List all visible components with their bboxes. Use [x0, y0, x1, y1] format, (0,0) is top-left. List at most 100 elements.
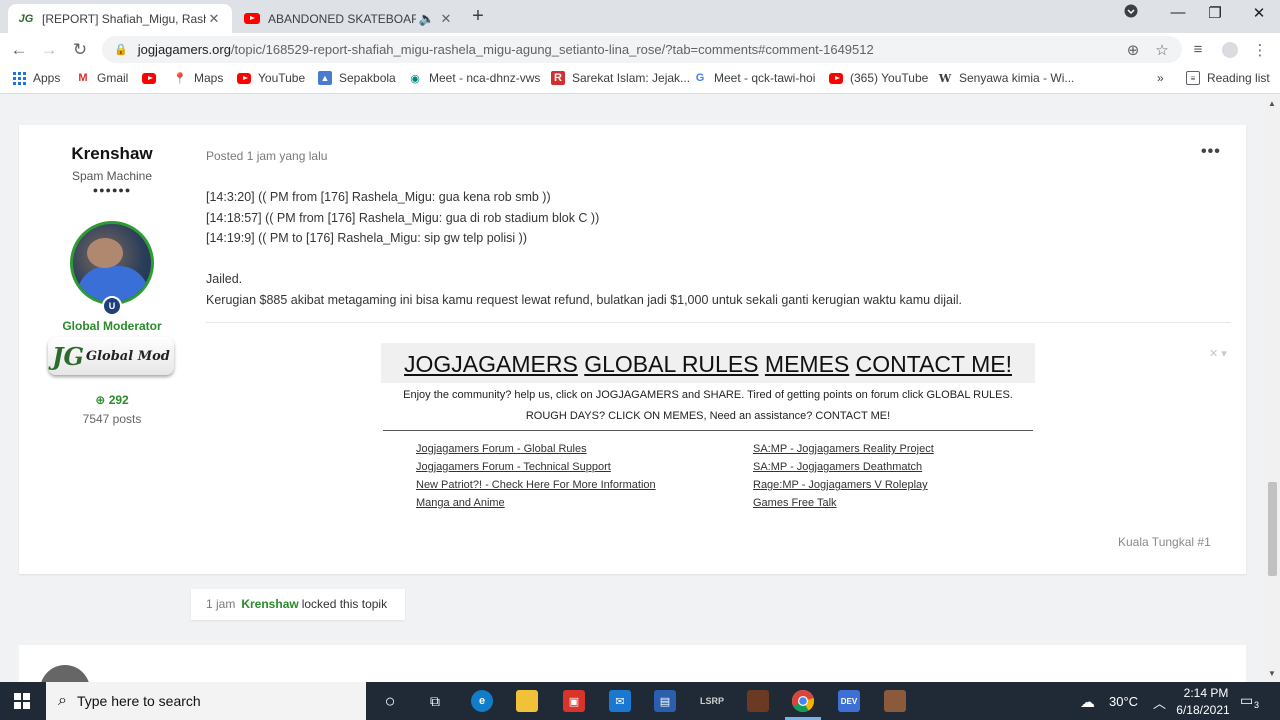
gift-app-icon[interactable]: ▣: [563, 690, 585, 712]
url-text: jogjagamers.org/topic/168529-report-shaf…: [137, 42, 874, 57]
signature-link[interactable]: Jogjagamers Forum - Technical Support: [416, 458, 656, 476]
apps-grid-icon: [12, 71, 26, 85]
bookmark-sarekat[interactable]: R Sarekat Islam: Jejak...: [551, 71, 690, 85]
post-timestamp[interactable]: Posted 1 jam yang lalu: [206, 149, 327, 163]
signature-link[interactable]: Jogjagamers Forum - Global Rules: [416, 440, 656, 458]
notification-count: 3: [1254, 700, 1260, 710]
tab-youtube[interactable]: ABANDONED SKATEBOARD 🔈 ✕: [234, 4, 464, 33]
address-bar[interactable]: 🔒 jogjagamers.org/topic/168529-report-sh…: [102, 36, 1182, 63]
profile-avatar[interactable]: [1220, 40, 1240, 60]
taskbar-search[interactable]: ⌕ Type here to search: [46, 682, 366, 720]
scrollbar-thumb[interactable]: [1268, 482, 1277, 576]
cortana-icon[interactable]: ○: [379, 690, 401, 712]
search-icon: ⌕: [58, 692, 67, 709]
tab-report[interactable]: JG [REPORT] Shafiah_Migu, Rashela_ ✕: [8, 4, 232, 33]
signature-divider: [206, 322, 1231, 323]
bookmark-meet-1[interactable]: ◉ Meet - nca-dhnz-vws: [408, 71, 540, 85]
clock-time[interactable]: 2:14 PM: [1180, 686, 1232, 700]
chevron-up-icon[interactable]: ︿: [1153, 693, 1166, 712]
restore-icon[interactable]: ❐: [1203, 4, 1227, 22]
author-rank: Spam Machine: [71, 169, 153, 183]
dev-app-icon[interactable]: DEV: [838, 690, 860, 712]
signature-link[interactable]: Rage:MP - Jogjagamers V Roleplay: [753, 476, 934, 494]
maps-pin-icon: 📍: [173, 72, 187, 85]
bookmark-sepakbola[interactable]: ▲ Sepakbola: [318, 71, 396, 85]
file-explorer-icon[interactable]: [516, 690, 538, 712]
lsrp-app-icon[interactable]: LSRP: [697, 690, 727, 712]
close-window-icon[interactable]: ✕: [1247, 4, 1271, 22]
post-line: [14:18:57] (( PM from [176] Rashela_Migu…: [206, 210, 600, 225]
reading-list-button[interactable]: ≡ Reading list: [1186, 71, 1270, 85]
gmail-icon: M: [78, 72, 88, 84]
task-view-icon[interactable]: ⧉: [424, 690, 446, 712]
weather-cloud-icon[interactable]: ☁: [1080, 693, 1095, 711]
tab-title: ABANDONED SKATEBOARD: [268, 11, 416, 26]
notifications-icon[interactable]: ▭: [1240, 692, 1253, 709]
store-icon[interactable]: ▤: [654, 690, 676, 712]
event-user[interactable]: Krenshaw: [241, 597, 298, 611]
banner-link-jogjagamers[interactable]: JOGJAGAMERS: [404, 351, 578, 377]
media-control-icon[interactable]: ≡: [1188, 41, 1208, 58]
signature-link[interactable]: Games Free Talk: [753, 494, 934, 512]
signature-link[interactable]: New Patriot?! - Check Here For More Info…: [416, 476, 656, 494]
post-line: Jailed.: [206, 272, 243, 286]
mail-icon[interactable]: ✉: [609, 690, 631, 712]
post-line: Kerugian $885 akibat metagaming ini bisa…: [206, 292, 963, 307]
page-scrollbar[interactable]: ▲ ▼: [1265, 95, 1280, 682]
weather-temperature[interactable]: 30°C: [1109, 694, 1138, 709]
new-tab-button[interactable]: +: [468, 5, 488, 28]
avatar[interactable]: [70, 221, 154, 305]
scroll-down-icon[interactable]: ▼: [1268, 669, 1276, 678]
game-app-icon[interactable]: [747, 690, 769, 712]
tab-search-icon[interactable]: [1119, 4, 1143, 22]
post-body: [14:3:20] (( PM from [176] Rashela_Migu:…: [206, 187, 1216, 310]
tab-close-icon[interactable]: ✕: [438, 11, 454, 27]
bookmark-youtube[interactable]: YouTube: [237, 71, 305, 85]
banner-link-contact[interactable]: CONTACT ME!: [856, 351, 1012, 377]
minimize-icon[interactable]: —: [1166, 4, 1190, 21]
event-time[interactable]: 1 jam: [206, 597, 235, 611]
signature-links-right: SA:MP - Jogjagamers Reality Project SA:M…: [753, 440, 934, 512]
reload-icon[interactable]: ↻: [69, 39, 91, 61]
search-placeholder: Type here to search: [76, 693, 201, 709]
meet-icon: ◉: [410, 72, 420, 85]
wikipedia-icon: W: [938, 71, 952, 85]
bookmark-meet-2[interactable]: G Meet - qck-tawi-hoi: [693, 71, 816, 85]
forward-icon[interactable]: →: [38, 39, 60, 61]
chrome-icon[interactable]: [792, 690, 814, 712]
sarekat-r-icon: R: [551, 71, 565, 85]
avatar[interactable]: [40, 665, 90, 682]
scroll-up-icon[interactable]: ▲: [1268, 99, 1276, 108]
game-app-2-icon[interactable]: [884, 690, 906, 712]
page-content: Krenshaw Spam Machine ●●●●●● U Global Mo…: [0, 95, 1265, 682]
audio-icon[interactable]: 🔈: [416, 11, 438, 27]
signature-link[interactable]: SA:MP - Jogjagamers Deathmatch: [753, 458, 934, 476]
bookmark-365-youtube[interactable]: (365) YouTube: [829, 71, 928, 85]
back-icon[interactable]: ←: [8, 39, 30, 61]
bookmark-apps[interactable]: Apps: [12, 71, 60, 85]
signature-links-left: Jogjagamers Forum - Global Rules Jogjaga…: [416, 440, 656, 512]
edge-icon[interactable]: e: [471, 690, 493, 712]
signature-close-icon[interactable]: ✕ ▾: [1209, 347, 1227, 360]
banner-link-global-rules[interactable]: GLOBAL RULES: [584, 351, 758, 377]
signature-link[interactable]: Manga and Anime: [416, 494, 656, 512]
more-bookmarks-button[interactable]: »: [1157, 71, 1164, 85]
windows-start-icon[interactable]: [14, 693, 30, 709]
bookmark-senyawa[interactable]: W Senyawa kimia - Wi...: [938, 71, 1075, 85]
bookmark-maps[interactable]: 📍 Maps: [173, 71, 223, 85]
tab-close-icon[interactable]: ✕: [206, 11, 222, 27]
post-footer-location: Kuala Tungkal #1: [1118, 535, 1211, 549]
translate-icon[interactable]: ⊕: [1123, 41, 1143, 59]
signature-link[interactable]: SA:MP - Jogjagamers Reality Project: [753, 440, 934, 458]
bookmark-youtube-unnamed[interactable]: [142, 71, 163, 85]
banner-link-memes[interactable]: MEMES: [765, 351, 849, 377]
author-name[interactable]: Krenshaw: [19, 144, 205, 164]
clock-date[interactable]: 6/18/2021: [1174, 703, 1232, 717]
menu-icon[interactable]: ⋮: [1250, 41, 1270, 59]
bookmark-gmail[interactable]: M Gmail: [76, 71, 128, 85]
author-group: Global Moderator: [62, 319, 162, 333]
post-options-icon[interactable]: •••: [1201, 143, 1221, 161]
bookmark-star-icon[interactable]: ☆: [1152, 41, 1172, 59]
post-count: 7547 posts: [82, 412, 142, 426]
tab-title: [REPORT] Shafiah_Migu, Rashela_: [42, 11, 206, 26]
